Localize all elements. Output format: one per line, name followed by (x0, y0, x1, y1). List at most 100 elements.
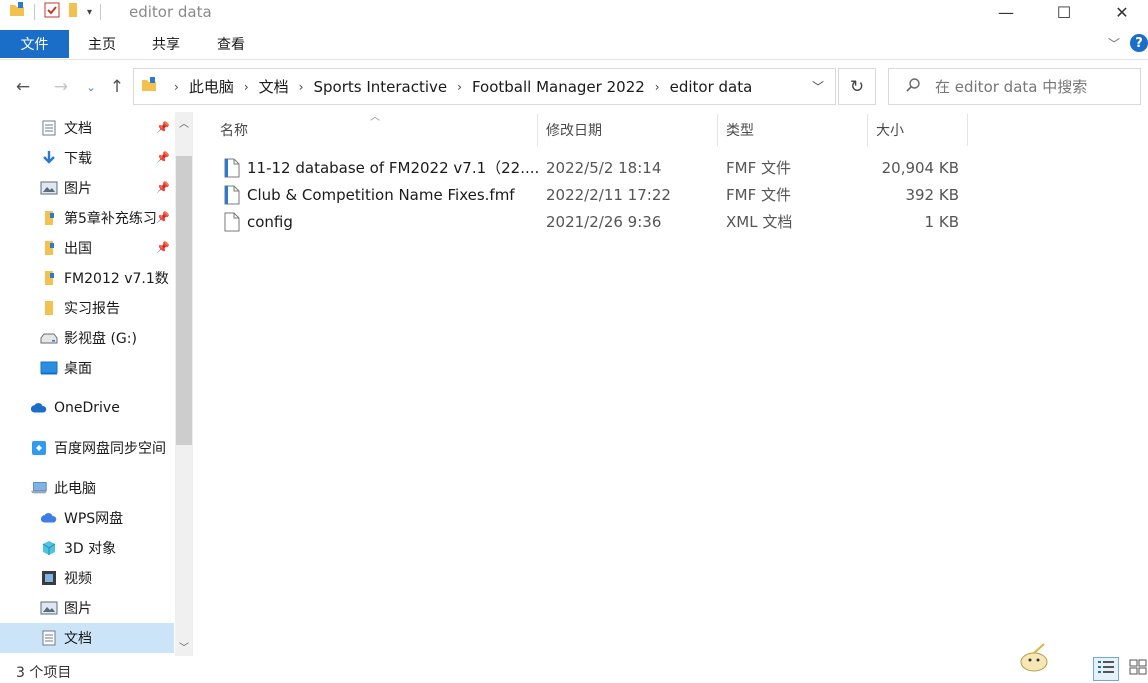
breadcrumb-editor-data[interactable]: editor data (670, 78, 753, 96)
quick-access-toolbar: ▾ (8, 1, 105, 23)
pictures-icon (40, 600, 58, 616)
this-pc-icon (30, 480, 48, 496)
breadcrumb-this-pc[interactable]: 此电脑 (189, 76, 234, 97)
file-date: 2021/2/26 9:36 (546, 212, 662, 231)
nav-item-onedrive[interactable]: OneDrive (0, 393, 174, 423)
chevron-down-icon: ⌄ (86, 80, 96, 94)
nav-item-internship-report[interactable]: 实习报告 (0, 293, 174, 323)
baidu-sync-icon (30, 440, 48, 456)
nav-item-label: 出国 (64, 241, 92, 257)
file-type: FMF 文件 (726, 159, 791, 177)
breadcrumb-separator-icon: › (243, 79, 249, 94)
folder-pin-icon[interactable] (8, 1, 26, 23)
toolbar-separator (100, 4, 102, 20)
close-icon: ✕ (1115, 2, 1129, 22)
search-box[interactable] (888, 68, 1141, 105)
help-icon[interactable]: ? (1130, 34, 1148, 52)
tab-file[interactable]: 文件 (0, 30, 69, 58)
nav-item-label: 下载 (64, 151, 92, 167)
nav-item-videos[interactable]: 视频 (0, 563, 174, 593)
nav-item-pictures[interactable]: 图片 (0, 593, 174, 623)
column-header-size[interactable]: 大小 (866, 114, 968, 146)
breadcrumb-separator-icon: › (298, 79, 304, 94)
fmf-file-icon (224, 158, 240, 178)
recent-locations-button[interactable]: ⌄ (82, 74, 100, 100)
nav-item-baidu-sync[interactable]: 百度网盘同步空间 (0, 433, 174, 463)
folder-icon (140, 76, 158, 98)
file-row[interactable]: Club & Competition Name Fixes.fmf 2022/2… (218, 181, 970, 208)
properties-icon[interactable] (43, 1, 61, 23)
breadcrumb-football-manager[interactable]: Football Manager 2022 (472, 78, 645, 96)
nav-item-abroad[interactable]: 出国 📌 (0, 233, 174, 263)
forward-button[interactable]: → (48, 74, 74, 100)
nav-item-fm2012[interactable]: FM2012 v7.1数 (0, 263, 174, 293)
nav-item-documents[interactable]: 文档 (0, 623, 174, 653)
nav-item-chapter5[interactable]: 第5章补充练习 📌 (0, 203, 174, 233)
pictures-icon (40, 180, 58, 196)
back-button[interactable]: ← (10, 74, 36, 100)
address-bar[interactable]: › 此电脑 › 文档 › Sports Interactive › Footba… (133, 68, 836, 105)
file-type: FMF 文件 (726, 186, 791, 204)
nav-item-label: 此电脑 (54, 481, 96, 497)
pin-icon[interactable]: 📌 (156, 211, 170, 224)
details-view-button[interactable] (1093, 657, 1119, 681)
address-history-button[interactable]: ﹀ (801, 69, 835, 104)
tab-view[interactable]: 查看 (204, 30, 258, 58)
close-button[interactable]: ✕ (1093, 0, 1148, 24)
nav-scrollbar[interactable]: ︿ ﹀ (175, 112, 193, 656)
nav-item-label: 实习报告 (64, 301, 120, 317)
chevron-down-icon: ﹀ (811, 80, 824, 94)
nav-item-documents-pinned[interactable]: 文档 📌 (0, 113, 174, 143)
folder-icon (40, 300, 58, 316)
large-icons-view-button[interactable] (1125, 657, 1148, 681)
breadcrumb-documents[interactable]: 文档 (259, 76, 289, 97)
ribbon-tabs: 文件 主页 共享 查看 ﹀ ? (0, 30, 1148, 60)
breadcrumb-sports-interactive[interactable]: Sports Interactive (313, 78, 447, 96)
folder-icon (40, 210, 58, 226)
tab-share[interactable]: 共享 (139, 30, 193, 58)
scroll-down-icon[interactable]: ﹀ (175, 636, 193, 656)
folder-icon (40, 240, 58, 256)
file-date: 2022/5/2 18:14 (546, 158, 662, 177)
tab-home[interactable]: 主页 (75, 30, 129, 58)
column-header-type[interactable]: 类型 (716, 114, 868, 146)
up-button[interactable]: ↑ (106, 74, 128, 100)
breadcrumb-separator-icon: › (174, 79, 179, 94)
file-row[interactable]: config 2021/2/26 9:36 XML 文档 1 KB (218, 208, 970, 235)
nav-item-drive-g[interactable]: 影视盘 (G:) (0, 323, 174, 353)
expand-ribbon-icon[interactable]: ﹀ (1108, 35, 1120, 52)
nav-item-downloads[interactable]: 下载 📌 (0, 143, 174, 173)
refresh-icon: ↻ (849, 76, 865, 97)
search-input[interactable] (935, 77, 1135, 96)
nav-item-3d-objects[interactable]: 3D 对象 (0, 533, 174, 563)
pin-icon[interactable]: 📌 (156, 241, 170, 254)
nav-item-this-pc[interactable]: 此电脑 (0, 473, 174, 503)
pin-icon[interactable]: 📌 (156, 151, 170, 164)
pin-icon[interactable]: 📌 (156, 181, 170, 194)
minimize-button[interactable]: — (977, 0, 1035, 24)
nav-item-desktop[interactable]: 桌面 (0, 353, 174, 383)
nav-item-pictures-pinned[interactable]: 图片 📌 (0, 173, 174, 203)
onedrive-icon (30, 400, 48, 416)
file-row[interactable]: 11-12 database of FM2022 v7.1（22.... 202… (218, 154, 970, 181)
maximize-button[interactable]: ☐ (1035, 0, 1093, 24)
column-header-date[interactable]: 修改日期 (536, 114, 718, 146)
column-header-name[interactable]: 名称 (210, 114, 538, 146)
customize-toolbar-icon[interactable]: ▾ (87, 7, 92, 18)
scrollbar-thumb[interactable] (176, 156, 192, 445)
refresh-button[interactable]: ↻ (838, 68, 876, 105)
nav-item-wps-cloud[interactable]: WPS网盘 (0, 503, 174, 533)
nav-item-label: 视频 (64, 571, 92, 587)
item-count: 3 个项目 (16, 665, 72, 681)
3d-objects-icon (40, 540, 58, 556)
scroll-up-icon[interactable]: ︿ (175, 112, 193, 132)
nav-item-label: 百度网盘同步空间 (54, 441, 166, 457)
new-folder-icon[interactable] (65, 1, 83, 23)
arrow-up-icon: ↑ (109, 77, 125, 97)
file-size: 1 KB (924, 212, 959, 231)
blank-file-icon (224, 212, 240, 232)
pin-icon[interactable]: 📌 (156, 121, 170, 134)
folder-icon (40, 270, 58, 286)
nav-item-label: 图片 (64, 601, 92, 617)
file-type: XML 文档 (726, 213, 793, 231)
